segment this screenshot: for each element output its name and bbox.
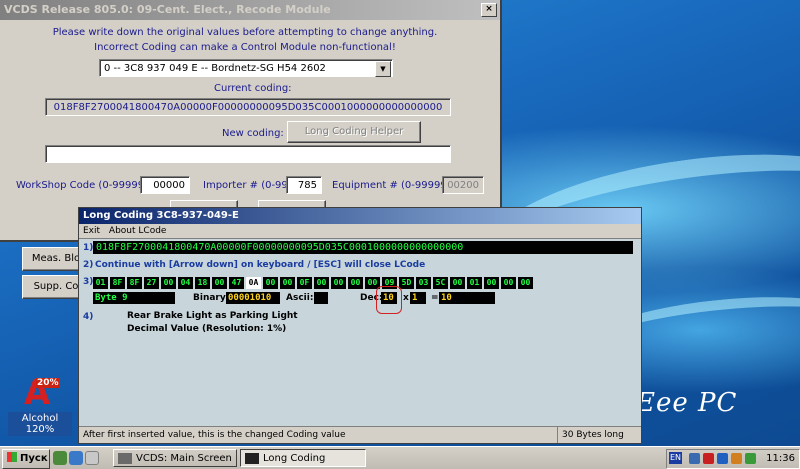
close-button[interactable]: × [481, 3, 497, 17]
byte-cell[interactable]: 04 [178, 277, 193, 289]
byte-cell[interactable]: 00 [348, 277, 363, 289]
workshop-code-label: WorkShop Code (0-99999): [16, 180, 152, 191]
start-button[interactable]: Пуск [2, 449, 50, 469]
menu-exit[interactable]: Exit [83, 226, 100, 236]
byte-name-box: Byte 9 [93, 292, 175, 304]
current-coding-label: Current coding: [214, 83, 292, 94]
byte-cell[interactable]: 0A [246, 277, 261, 289]
row-2-number: 2) [83, 260, 94, 270]
multiply-sign: x [403, 293, 409, 303]
equipment-input: 00200 [442, 176, 484, 194]
taskbar: Пуск VCDS: Main Screen Long Coding EN 11… [0, 446, 800, 469]
brand-logo: Eee PC [636, 388, 738, 418]
row-1-number: 1) [83, 243, 94, 253]
byte-cell[interactable]: 00 [331, 277, 346, 289]
status-bar: After first inserted value, this is the … [79, 426, 641, 443]
binary-value: 00001010 [226, 292, 280, 304]
byte-cell[interactable]: 03 [416, 277, 431, 289]
shortcut-label: Alcohol 120% [8, 412, 72, 436]
chevron-down-icon[interactable]: ▼ [375, 61, 391, 77]
byte-strip: 01 8F 8F 27 00 04 18 00 47 0A 00 00 0F 00 00 00 00 09 5D 03… [93, 277, 533, 289]
long-coding-app-icon [245, 453, 259, 464]
multiplier-value: 1 [410, 292, 426, 304]
workshop-code-input[interactable]: 00000 [140, 176, 190, 194]
task-vcds-main[interactable]: VCDS: Main Screen [113, 449, 237, 467]
byte-cell[interactable]: 5C [433, 277, 448, 289]
antivirus-icon[interactable] [731, 453, 742, 464]
start-label: Пуск [20, 453, 48, 464]
task-long-coding[interactable]: Long Coding [240, 449, 366, 467]
module-select-value: 0 -- 3C8 937 049 E -- Bordnetz-SG H54 26… [104, 63, 326, 74]
task-label: Long Coding [263, 453, 326, 464]
language-indicator[interactable]: EN [669, 452, 683, 464]
update-icon[interactable] [745, 453, 756, 464]
byte-cell[interactable]: 00 [280, 277, 295, 289]
byte-cell[interactable]: 47 [229, 277, 244, 289]
security-icon[interactable] [703, 453, 714, 464]
highlight-circle [376, 286, 402, 314]
ascii-label: Ascii: [286, 293, 314, 303]
byte-cell[interactable]: 00 [161, 277, 176, 289]
system-tray: EN 11:36 [666, 449, 800, 469]
window-title: VCDS Release 805.0: 09-Cent. Elect., Rec… [4, 3, 331, 16]
byte-cell[interactable]: 00 [212, 277, 227, 289]
vcds-titlebar[interactable]: VCDS Release 805.0: 09-Cent. Elect., Rec… [0, 0, 500, 20]
media-icon[interactable] [85, 451, 99, 465]
clock[interactable]: 11:36 [766, 450, 795, 468]
warning-line-2: Incorrect Coding can make a Control Modu… [94, 42, 396, 53]
byte-cell[interactable]: 0F [297, 277, 312, 289]
instruction-text: Continue with [Arrow down] on keyboard /… [95, 260, 426, 270]
alcohol-icon: A 20% [24, 373, 60, 413]
description-line-1: Rear Brake Light as Parking Light [127, 311, 298, 321]
current-coding-field: 018F8F2700041800470A00000F00000000095D03… [45, 98, 451, 116]
long-coding-helper-button[interactable]: Long Coding Helper [287, 121, 421, 143]
byte-cell[interactable]: 01 [467, 277, 482, 289]
equipment-label: Equipment # (0-99999): [332, 180, 454, 191]
byte-cell[interactable]: 8F [110, 277, 125, 289]
byte-cell[interactable]: 00 [518, 277, 533, 289]
menu-about-lcode[interactable]: About LCode [109, 226, 167, 236]
byte-cell[interactable]: 00 [484, 277, 499, 289]
alcohol-desktop-shortcut[interactable]: A 20% Alcohol 120% [8, 373, 72, 436]
coding-string-bar: 018F8F2700041800470A00000F00000000095D03… [93, 241, 633, 254]
new-coding-input[interactable] [45, 145, 451, 163]
byte-cell[interactable]: 00 [314, 277, 329, 289]
vcds-app-icon [118, 453, 132, 464]
description-line-2: Decimal Value (Resolution: 1%) [127, 324, 287, 334]
show-desktop-icon[interactable] [53, 451, 67, 465]
module-select[interactable]: 0 -- 3C8 937 049 E -- Bordnetz-SG H54 26… [99, 59, 393, 77]
row-3-number: 3) [83, 277, 94, 287]
row-4-number: 4) [83, 312, 94, 322]
window-title: Long Coding 3C8-937-049-E [83, 210, 239, 221]
byte-cell[interactable]: 27 [144, 277, 159, 289]
byte-cell[interactable]: 5D [399, 277, 414, 289]
browser-icon[interactable] [69, 451, 83, 465]
status-message: After first inserted value, this is the … [83, 430, 346, 440]
windows-flag-icon [7, 452, 17, 462]
status-length: 30 Bytes long [557, 427, 642, 443]
warning-line-1: Please write down the original values be… [52, 27, 438, 38]
menu-bar: Exit About LCode [79, 224, 641, 239]
ascii-value [314, 292, 328, 304]
byte-cell[interactable]: 8F [127, 277, 142, 289]
new-coding-label: New coding: [222, 128, 284, 139]
long-coding-window: Long Coding 3C8-937-049-E Exit About LCo… [78, 207, 642, 444]
byte-cell[interactable]: 18 [195, 277, 210, 289]
byte-cell[interactable]: 01 [93, 277, 108, 289]
task-label: VCDS: Main Screen [136, 453, 232, 464]
equals-sign: = [431, 293, 439, 303]
vcds-recode-window: VCDS Release 805.0: 09-Cent. Elect., Rec… [0, 0, 502, 299]
byte-cell[interactable]: 00 [450, 277, 465, 289]
importer-input[interactable]: 785 [286, 176, 322, 194]
byte-cell[interactable]: 00 [263, 277, 278, 289]
byte-cell[interactable]: 00 [501, 277, 516, 289]
result-value: 10 [439, 292, 495, 304]
network-icon[interactable] [689, 453, 700, 464]
long-coding-titlebar[interactable]: Long Coding 3C8-937-049-E [79, 208, 641, 224]
volume-icon[interactable] [717, 453, 728, 464]
binary-label: Binary: [193, 293, 230, 303]
